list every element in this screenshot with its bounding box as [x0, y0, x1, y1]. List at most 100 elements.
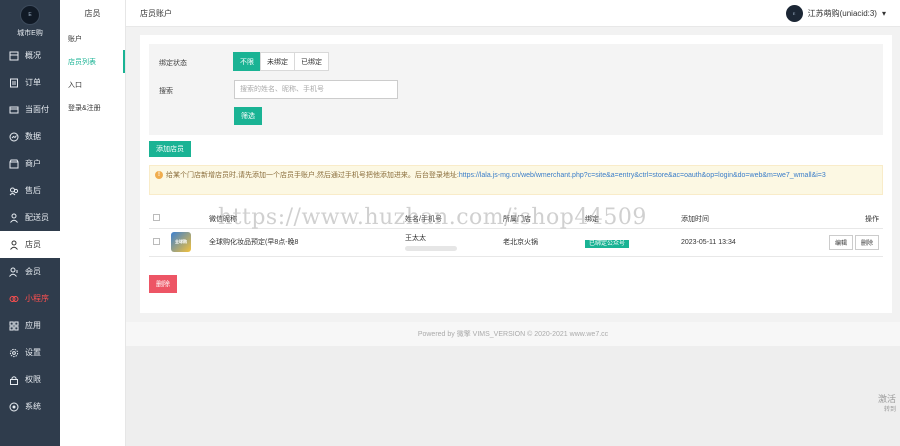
bind-status-label: 绑定状态	[159, 60, 187, 67]
user-name: 江苏萌购(uniacid:3)	[807, 8, 877, 18]
row-time: 2023-05-11 13:34	[681, 228, 821, 257]
filter-button[interactable]: 筛选	[234, 107, 262, 125]
permission-icon	[9, 375, 19, 385]
sidebar-item-courier[interactable]: 配送员	[0, 204, 60, 231]
subnav-item-entry[interactable]: 入口	[60, 73, 125, 96]
sidebar-item-label: 订单	[25, 78, 41, 87]
data-icon	[9, 132, 19, 142]
sidebar-item-data[interactable]: 数据	[0, 123, 60, 150]
col-actions: 操作	[821, 210, 883, 229]
staff-icon	[9, 240, 19, 250]
sidebar-item-merchant[interactable]: 商户	[0, 150, 60, 177]
breadcrumb: 店员账户	[140, 8, 172, 18]
sidebar-item-label: 权限	[25, 375, 41, 384]
member-icon	[9, 267, 19, 277]
sidebar-item-label: 设置	[25, 348, 41, 357]
subnav-item-label: 账户	[68, 35, 82, 43]
sidebar-item-order[interactable]: 订单	[0, 69, 60, 96]
sidebar-item-label: 售后	[25, 186, 41, 195]
chevron-down-icon: ▾	[881, 8, 886, 18]
empty-area: 激活 转到	[126, 346, 900, 446]
sidebar-item-label: 店员	[25, 240, 41, 249]
sidebar-item-aftersale[interactable]: 售后	[0, 177, 60, 204]
col-added-time: 添加时间	[681, 210, 821, 229]
pay-icon	[9, 105, 19, 115]
table-row: 全球购 全球购化妆品预定(早8点-晚8 王太太 老北京火锅 已绑定公众号 202…	[149, 228, 883, 257]
sidebar-item-staff[interactable]: 店员	[0, 231, 60, 258]
sidebar-item-apps[interactable]: 应用	[0, 312, 60, 339]
login-url-link[interactable]: https://lala.js-mg.cn/web/wmerchant.php?…	[459, 172, 826, 179]
row-thumb-cell: 全球购	[171, 228, 209, 257]
warning-icon: !	[155, 171, 163, 179]
sidebar-item-label: 当面付	[25, 105, 49, 114]
sidebar-item-label: 小程序	[25, 294, 49, 303]
brand[interactable]: E 城市E购	[0, 0, 60, 42]
subnav-item-login-register[interactable]: 登录&注册	[60, 96, 125, 119]
sub-navigation: 店员 账户 店员列表 入口 登录&注册	[60, 0, 126, 446]
sidebar-item-permission[interactable]: 权限	[0, 366, 60, 393]
overview-icon	[9, 51, 19, 61]
user-menu[interactable]: E 江苏萌购(uniacid:3) ▾	[785, 4, 886, 22]
search-label: 搜索	[159, 88, 173, 95]
sidebar-item-overview[interactable]: 概况	[0, 42, 60, 69]
row-bind: 已绑定公众号	[585, 228, 681, 257]
subnav-item-account[interactable]: 账户	[60, 27, 125, 50]
bulk-delete-button[interactable]: 删除	[149, 275, 177, 293]
add-staff-button[interactable]: 添加店员	[149, 141, 191, 157]
sidebar-item-system[interactable]: 系统	[0, 393, 60, 420]
sidebar-item-label: 概况	[25, 51, 41, 60]
staff-name: 王太太	[405, 235, 426, 242]
sidebar-item-label: 会员	[25, 267, 41, 276]
os-activation-watermark: 激活 转到	[878, 394, 896, 416]
sidebar-item-label: 应用	[25, 321, 41, 330]
settings-icon	[9, 348, 19, 358]
main-sidebar: E 城市E购 概况订单当面付数据商户售后配送员店员会员小程序应用设置权限系统	[0, 0, 60, 446]
status-option-bound[interactable]: 已绑定	[294, 52, 329, 71]
subnav-item-label: 店员列表	[68, 58, 96, 66]
row-actions: 编辑 删除	[821, 228, 883, 257]
subnav-item-label: 入口	[68, 81, 82, 89]
sidebar-item-label: 商户	[25, 159, 41, 168]
row-select[interactable]	[149, 228, 171, 257]
subnav-title: 店员	[84, 9, 101, 18]
brand-name: 城市E购	[17, 29, 43, 37]
status-badge: 已绑定公众号	[585, 239, 630, 248]
phone-redacted	[405, 246, 457, 251]
sidebar-item-pay[interactable]: 当面付	[0, 96, 60, 123]
sidebar-item-miniprogram[interactable]: 小程序	[0, 285, 60, 312]
row-checkbox[interactable]	[153, 237, 160, 245]
courier-icon	[9, 213, 19, 223]
brand-logo: E	[20, 4, 40, 25]
status-option-all[interactable]: 不限	[233, 52, 261, 71]
miniprogram-icon	[9, 294, 19, 304]
row-nickname: 全球购化妆品预定(早8点-晚8	[209, 228, 405, 257]
filter-panel: 绑定状态 不限 未绑定 已绑定 搜索 筛选	[149, 44, 883, 135]
sidebar-item-settings[interactable]: 设置	[0, 339, 60, 366]
content-card: 绑定状态 不限 未绑定 已绑定 搜索 筛选 添加店员 ! 给某个门店新增店员时,…	[140, 35, 892, 313]
select-all-checkbox[interactable]	[153, 214, 160, 222]
sidebar-item-label: 系统	[25, 402, 41, 411]
status-option-unbound[interactable]: 未绑定	[260, 52, 295, 71]
row-name-phone: 王太太	[405, 228, 503, 257]
sidebar-item-member[interactable]: 会员	[0, 258, 60, 285]
search-input[interactable]	[234, 80, 398, 99]
os-watermark-line1: 激活	[877, 394, 896, 404]
edit-button[interactable]: 编辑	[829, 234, 854, 250]
merchant-icon	[9, 159, 19, 169]
store-thumbnail: 全球购	[171, 232, 191, 252]
top-header: 店员账户 E 江苏萌购(uniacid:3) ▾	[126, 0, 900, 27]
avatar: E	[785, 4, 803, 22]
select-all-header[interactable]	[149, 210, 171, 229]
delete-row-button[interactable]: 删除	[854, 234, 879, 250]
subnav-item-label: 登录&注册	[68, 104, 101, 112]
subnav-item-staff-list[interactable]: 店员列表	[60, 50, 125, 73]
apps-icon	[9, 321, 19, 331]
os-watermark-line2: 转到	[883, 407, 896, 413]
row-store: 老北京火锅	[503, 228, 585, 257]
sidebar-item-label: 配送员	[25, 213, 49, 222]
notice-text: 给某个门店新增店员时,请先添加一个店员手账户,然后通过手机号把他添加进来。后台登…	[166, 172, 459, 179]
order-icon	[9, 78, 19, 88]
bind-status-segment: 不限 未绑定 已绑定	[233, 52, 329, 71]
page-footer: Powered by 微擎 VIMS_VERSION © 2020-2021 w…	[126, 322, 900, 346]
system-icon	[9, 402, 19, 412]
